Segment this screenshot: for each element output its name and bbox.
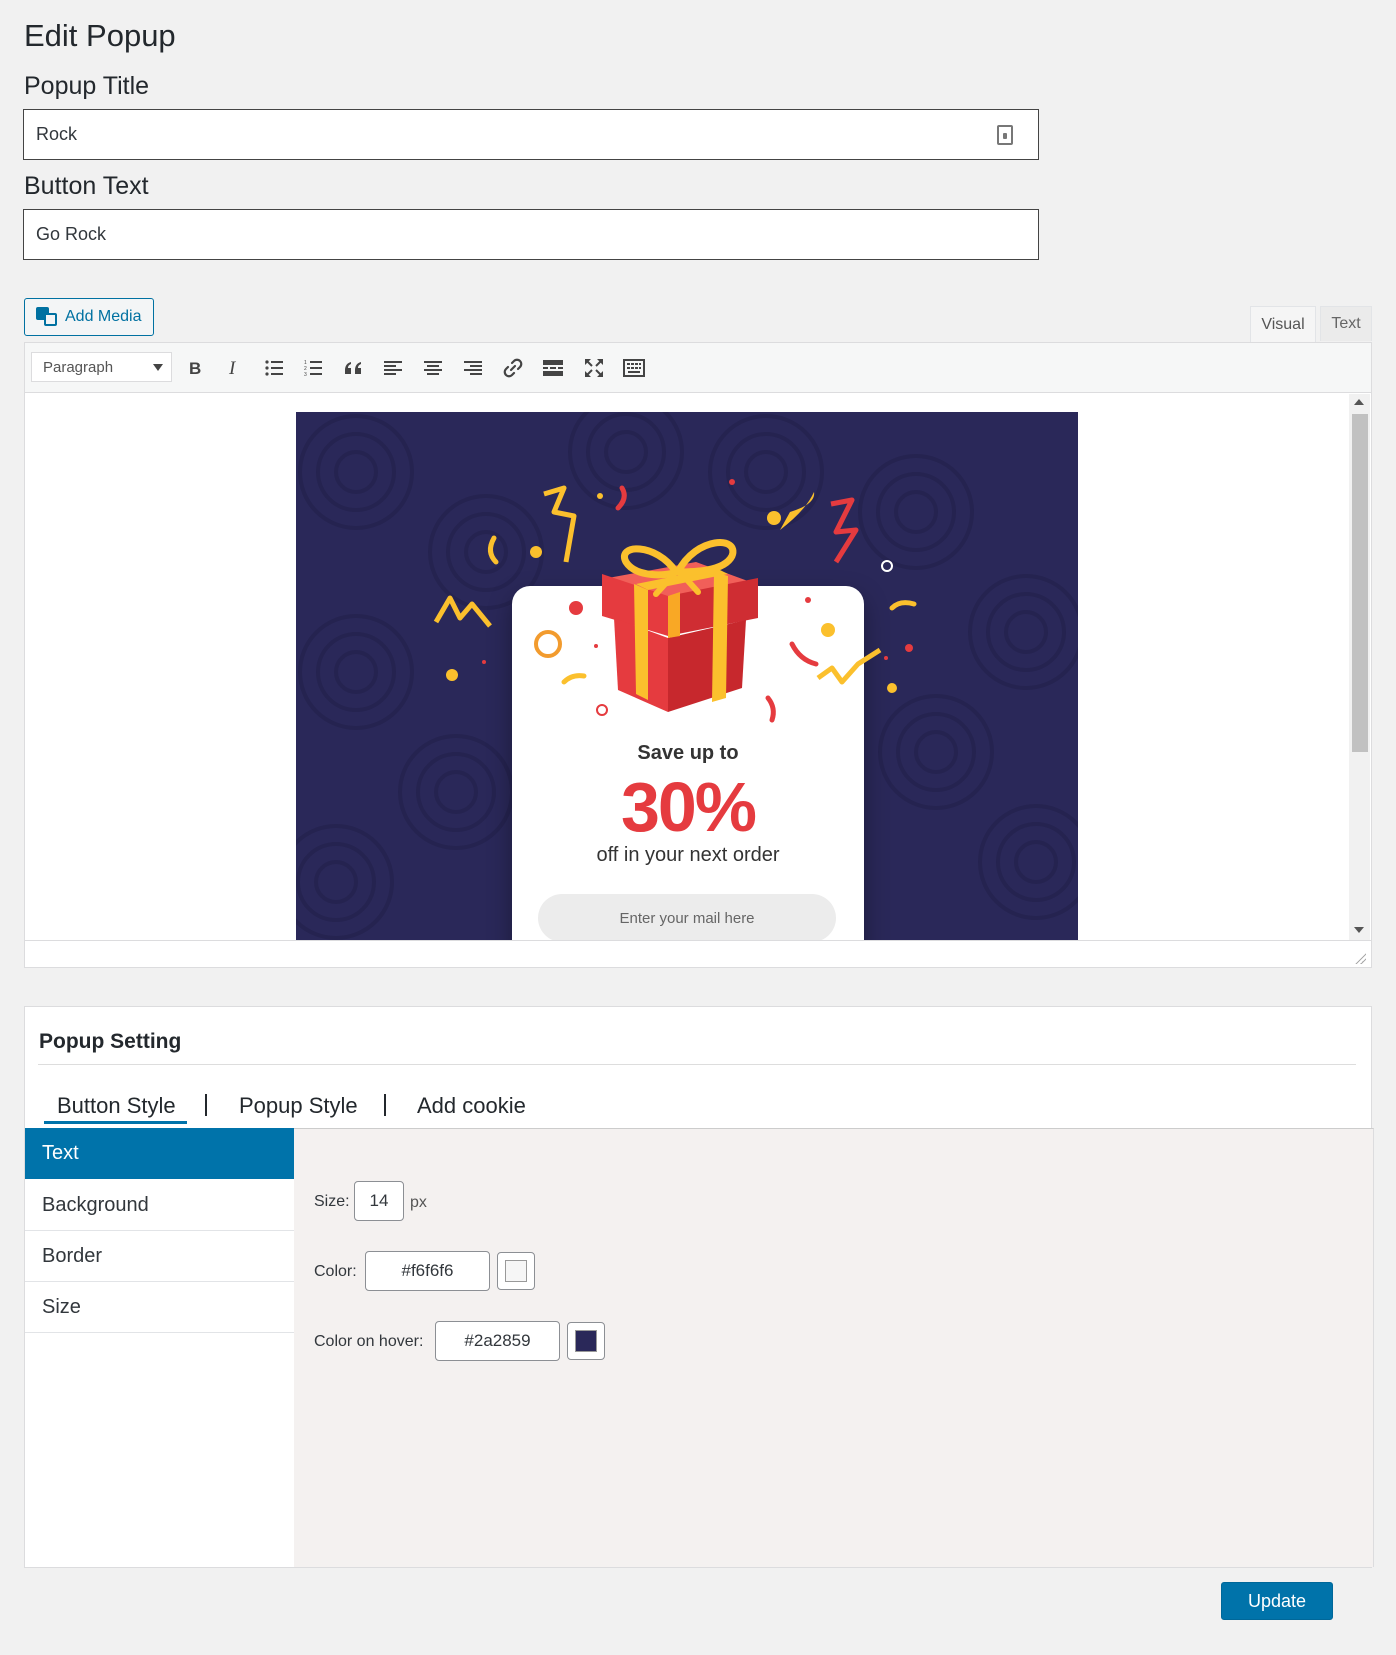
numbered-list-icon: 123 [304,360,322,377]
italic-button[interactable]: I [218,352,250,384]
read-more-button[interactable] [537,352,569,384]
read-more-icon [543,360,563,376]
tab-separator [384,1094,386,1116]
media-icon [36,307,58,327]
format-select[interactable]: Paragraph [31,352,172,382]
align-right-button[interactable] [457,352,489,384]
scroll-down-icon[interactable] [1354,927,1364,933]
tab-popup-style[interactable]: Popup Style [239,1093,358,1119]
color-input[interactable] [365,1251,490,1291]
sidebar-item-text[interactable]: Text [25,1128,294,1179]
promo-discount: 30% [620,768,757,846]
toolbar-toggle-icon [623,359,645,377]
sidebar-item-size[interactable]: Size [25,1282,294,1333]
bold-icon: B [189,359,201,377]
size-unit: px [410,1194,427,1211]
svg-text:B: B [189,359,201,377]
numbered-list-button[interactable]: 123 [297,352,329,384]
divider [38,1064,1356,1065]
size-input[interactable] [354,1181,404,1221]
align-center-button[interactable] [417,352,449,384]
page-title: Edit Popup [24,18,176,53]
button-text-input[interactable] [23,209,1039,260]
add-media-button[interactable]: Add Media [24,298,154,336]
hover-color-label: Color on hover: [314,1333,424,1350]
scroll-up-icon[interactable] [1354,399,1364,405]
align-left-icon [384,361,402,375]
color-swatch[interactable] [497,1252,535,1290]
align-left-button[interactable] [377,352,409,384]
blockquote-button[interactable] [337,352,369,384]
svg-text:3: 3 [304,372,307,377]
format-select-value: Paragraph [43,358,114,376]
color-swatch-fill [505,1260,527,1282]
autofill-icon[interactable] [997,125,1013,145]
bullet-list-icon [265,360,283,376]
blockquote-icon [345,362,361,374]
fullscreen-icon [585,359,603,377]
editor-status-bar [25,940,1371,967]
sidebar-item-border[interactable]: Border [25,1231,294,1282]
tab-text[interactable]: Text [1320,306,1372,341]
settings-title: Popup Setting [39,1030,182,1053]
tab-visual[interactable]: Visual [1250,306,1316,342]
update-button[interactable]: Update [1221,1582,1333,1620]
link-icon [503,358,523,378]
promo-image: Save up to 30% off in your next order En… [296,412,1078,940]
promo-email-field: Enter your mail here [538,894,836,940]
scrollbar-thumb[interactable] [1352,414,1368,752]
fullscreen-button[interactable] [578,352,610,384]
toolbar-toggle-button[interactable] [618,352,650,384]
promo-headline: Save up to [637,742,739,764]
hover-color-swatch-fill [575,1330,597,1352]
link-button[interactable] [497,352,529,384]
bold-button[interactable]: B [179,352,211,384]
popup-title-input[interactable] [23,109,1039,160]
size-label: Size: [314,1193,350,1210]
tab-separator [205,1094,207,1116]
popup-title-label: Popup Title [24,72,150,100]
promo-subline: off in your next order [596,844,780,866]
active-tab-indicator [44,1121,187,1124]
chevron-down-icon [153,364,163,371]
button-text-label: Button Text [24,172,149,200]
resize-handle-icon[interactable] [1354,952,1366,964]
add-media-label: Add Media [65,308,142,325]
tab-button-style[interactable]: Button Style [57,1093,176,1119]
italic-icon: I [228,359,237,377]
hover-color-swatch[interactable] [567,1322,605,1360]
sidebar-item-background[interactable]: Background [25,1180,294,1231]
svg-text:I: I [228,359,237,377]
bullet-list-button[interactable] [258,352,290,384]
align-right-icon [464,361,482,375]
hover-color-input[interactable] [435,1321,560,1361]
align-center-icon [424,361,442,375]
tab-add-cookie[interactable]: Add cookie [417,1093,526,1119]
color-label: Color: [314,1263,357,1280]
